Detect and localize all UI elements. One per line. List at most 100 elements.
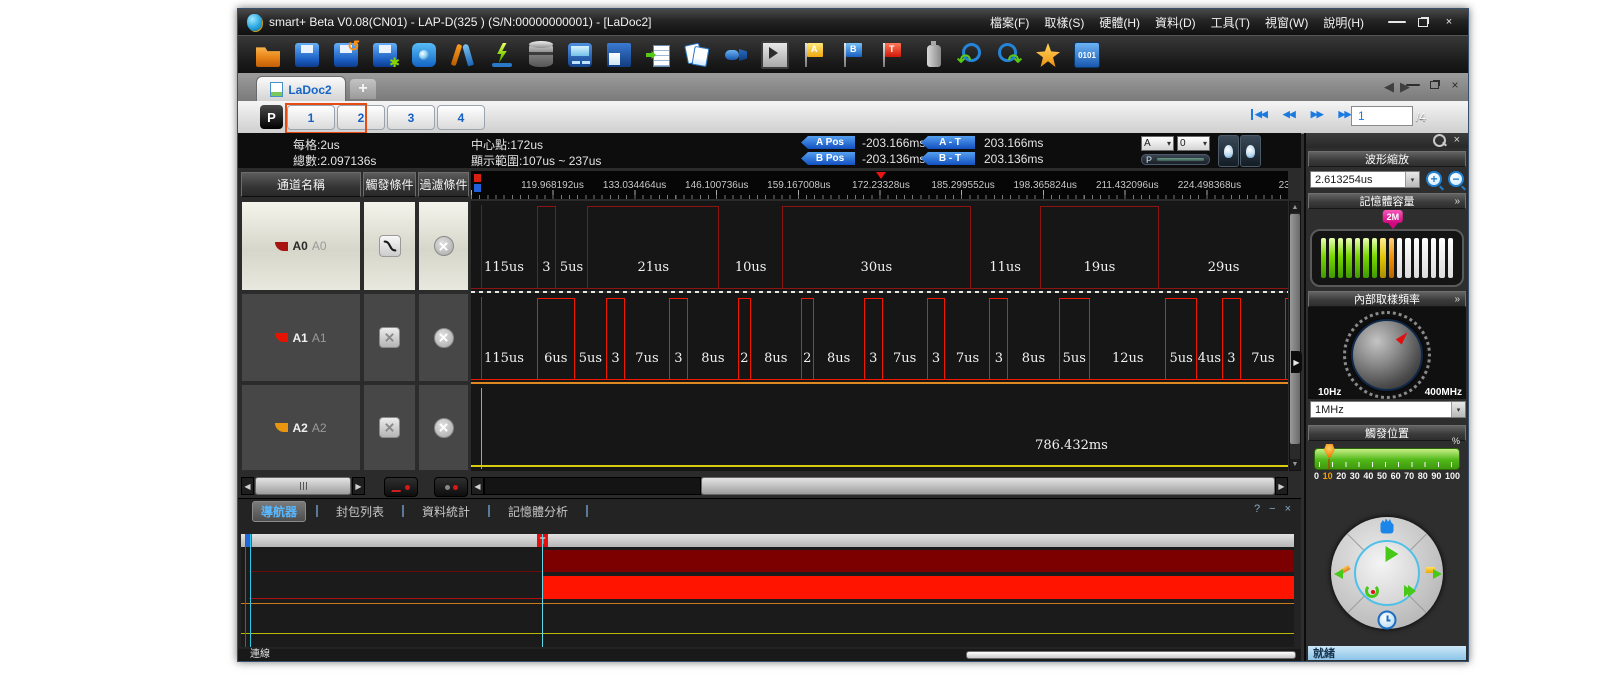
bottom-tab-0[interactable]: 導航器 [252, 501, 306, 522]
menu-item-3[interactable]: 資料(D) [1155, 14, 1196, 31]
trigger-position-slider[interactable] [1314, 448, 1460, 470]
b-t-tag[interactable]: B - T [921, 152, 975, 165]
menu-item-5[interactable]: 視窗(W) [1265, 14, 1308, 31]
bottom-tab-2[interactable]: 資料統計 [414, 502, 478, 521]
dont-care-circle-icon[interactable] [434, 328, 454, 348]
page-number-input[interactable] [1351, 106, 1413, 126]
navigator-control-2[interactable]: × [1285, 503, 1291, 515]
navigator-ruler[interactable]: T [241, 534, 1294, 547]
panel-collapse-button[interactable]: ▶ [1291, 351, 1302, 373]
waveform-row-a2[interactable]: 786.432ms [471, 384, 1288, 471]
channel-row-a2[interactable]: A2A2 [241, 384, 361, 471]
waveform-video-button[interactable] [761, 40, 789, 70]
window-layout-button[interactable] [605, 40, 633, 70]
channel-scroll-thumb[interactable] [255, 477, 351, 495]
trigger-position-marker-icon[interactable] [1324, 444, 1335, 459]
wave-scroll-right-button[interactable]: ▶ [1275, 477, 1288, 495]
navigator-overview[interactable] [241, 547, 1294, 647]
scroll-down-icon[interactable]: ▼ [1290, 459, 1300, 470]
waveform-row-a0[interactable]: 115us35us21us10us30us11us19us29us [471, 201, 1288, 291]
doc-minimize-button[interactable] [1406, 78, 1420, 92]
bottom-tab-3[interactable]: 記憶體分析 [500, 502, 576, 521]
flag-b-button[interactable]: B [839, 40, 867, 70]
bus-connector-button[interactable] [722, 40, 750, 70]
snapshot-camera-button[interactable] [410, 40, 438, 70]
filter-condition-cell-a2[interactable] [418, 384, 469, 471]
next-page-button[interactable]: ▶▶ [1311, 109, 1323, 120]
page-button-2[interactable]: 2 [337, 105, 385, 130]
flag-a-button[interactable]: A [800, 40, 828, 70]
chevron-right-icon[interactable]: » [1454, 294, 1460, 305]
open-folder-button[interactable] [254, 40, 282, 70]
vertical-scrollbar[interactable]: ▲ ▼ [1289, 201, 1301, 471]
chevron-right-icon[interactable]: » [1454, 196, 1460, 207]
close-button[interactable]: × [1440, 15, 1458, 29]
channel-scroll-right-button[interactable]: ▶ [352, 477, 365, 495]
marker-b-bulb-icon[interactable] [1240, 135, 1261, 167]
navigator-control-0[interactable]: ? [1254, 503, 1260, 515]
tools-button[interactable] [449, 40, 477, 70]
clock-icon[interactable] [1378, 611, 1397, 630]
pin-icon[interactable] [1433, 134, 1446, 147]
zoom-previous-button[interactable] [956, 40, 984, 70]
dont-care-circle-icon[interactable] [434, 236, 454, 256]
instrument-panel-button[interactable] [566, 40, 594, 70]
menu-item-4[interactable]: 工具(T) [1211, 14, 1250, 31]
memory-marker-badge[interactable]: 2M [1383, 210, 1404, 223]
bottom-tab-1[interactable]: 封包列表 [328, 502, 392, 521]
export-table-button[interactable] [644, 40, 672, 70]
channel-row-a0[interactable]: A0A0 [241, 201, 361, 291]
filter-condition-cell-a0[interactable] [418, 201, 469, 291]
marker-a-bulb-icon[interactable] [1218, 135, 1239, 167]
page-button-4[interactable]: 4 [437, 105, 485, 130]
filter-indicator-button[interactable] [434, 477, 468, 497]
compare-documents-button[interactable] [683, 40, 711, 70]
sample-rate-knob[interactable] [1351, 319, 1423, 391]
wave-scroll-thumb[interactable] [701, 477, 1275, 495]
first-page-button[interactable]: ◀◀ [1251, 109, 1267, 120]
menu-item-1[interactable]: 取樣(S) [1044, 14, 1084, 31]
channel-row-a1[interactable]: A1A1 [241, 293, 361, 382]
panel-close-icon[interactable]: × [1454, 135, 1460, 146]
binary-data-button[interactable]: 0101 [1073, 40, 1101, 70]
save-restore-button[interactable] [332, 40, 360, 70]
eraser-button[interactable] [917, 40, 945, 70]
trigger-condition-cell-a2[interactable] [363, 384, 416, 471]
replay-icon[interactable] [1365, 584, 1379, 598]
dont-care-icon[interactable] [379, 417, 400, 438]
restore-button[interactable] [1414, 15, 1432, 29]
dont-care-icon[interactable] [379, 327, 400, 348]
page-button-3[interactable]: 3 [387, 105, 435, 130]
goto-right-icon[interactable] [1426, 567, 1442, 579]
channel-scroll-left-button[interactable]: ◀ [241, 477, 254, 495]
doc-close-button[interactable]: × [1448, 78, 1462, 92]
save-button[interactable] [293, 40, 321, 70]
page-button-1[interactable]: 1 [287, 105, 335, 130]
waveform-row-a1[interactable]: 115us6us5us37us38us28us28us37us37us38us5… [471, 293, 1288, 382]
dont-care-circle-icon[interactable] [434, 418, 454, 438]
time-ruler[interactable]: 119.968192us133.034464us146.100736us159.… [471, 171, 1288, 199]
zoom-in-icon[interactable]: + [1426, 171, 1442, 187]
flag-t-button[interactable]: T [878, 40, 906, 70]
hand-icon[interactable] [1381, 519, 1394, 534]
b-pos-tag[interactable]: B Pos [801, 152, 855, 165]
wave-scroll-left-button[interactable]: ◀ [471, 477, 484, 495]
acquire-lightning-button[interactable] [488, 40, 516, 70]
memory-gauge[interactable] [1310, 229, 1464, 287]
menu-item-2[interactable]: 硬體(H) [1099, 14, 1140, 31]
save-settings-button[interactable] [371, 40, 399, 70]
p-slider[interactable]: P [1141, 154, 1210, 165]
menu-item-0[interactable]: 檔案(F) [990, 14, 1029, 31]
page-prefix-button[interactable]: P [260, 105, 283, 129]
wave-scroll-track[interactable] [484, 477, 701, 495]
trigger-condition-cell-a0[interactable] [363, 201, 416, 291]
a-pos-tag[interactable]: A Pos [801, 136, 855, 149]
zoom-next-button[interactable] [995, 40, 1023, 70]
marker-index-select[interactable]: 0▾ [1177, 136, 1210, 151]
trigger-indicator-button[interactable] [384, 477, 418, 497]
memory-database-button[interactable] [527, 40, 555, 70]
tab-ladoc2[interactable]: LaDoc2 [256, 76, 346, 102]
navigator-control-1[interactable]: − [1269, 503, 1275, 515]
sample-rate-select[interactable]: 1MHz▾ [1310, 401, 1466, 418]
filter-condition-cell-a1[interactable] [418, 293, 469, 382]
